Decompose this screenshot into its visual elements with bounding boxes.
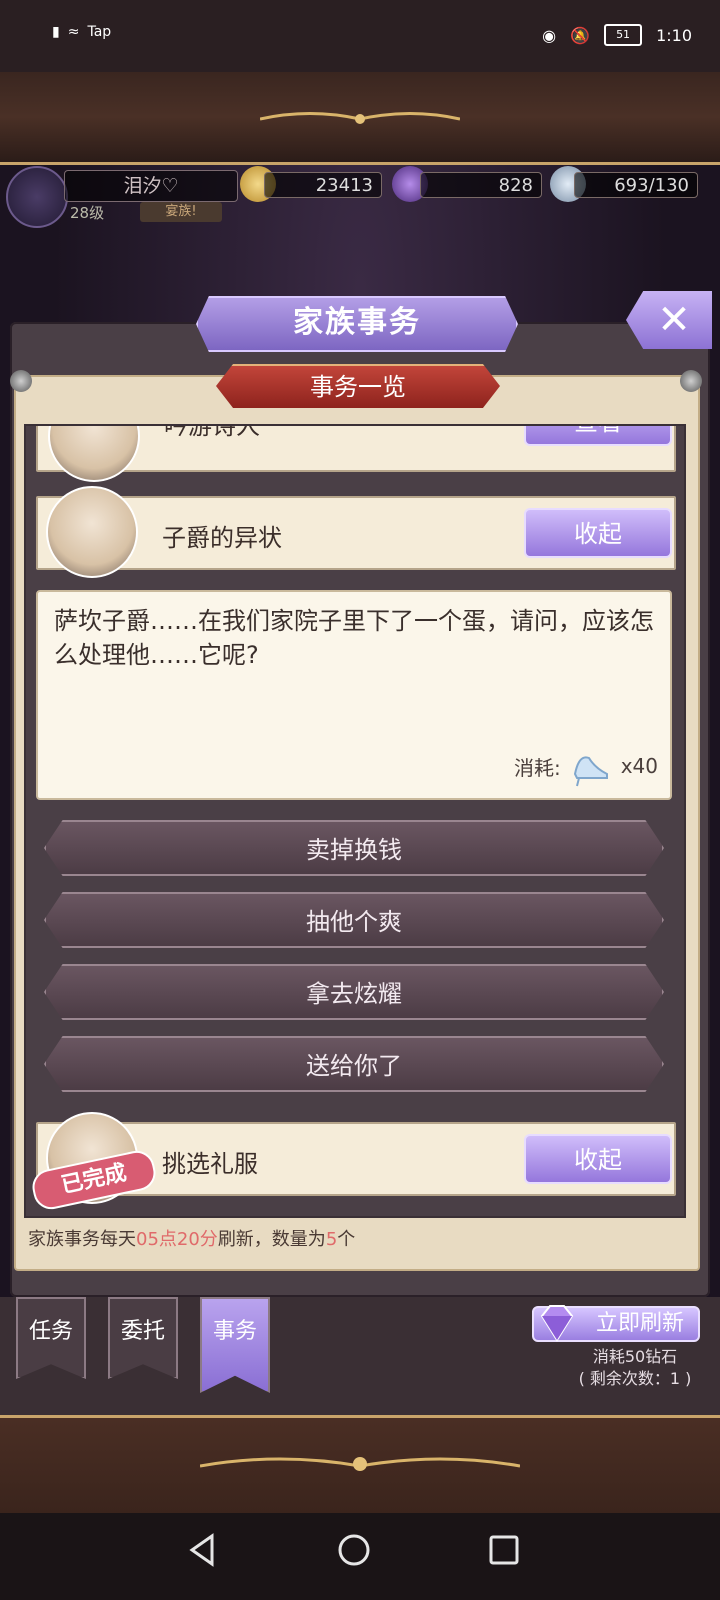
- affairs-ribbon: 事务一览: [216, 364, 500, 408]
- eye-icon: ◉: [542, 25, 557, 45]
- cost-info: 消耗: x40: [514, 744, 658, 788]
- affair-title: 挑选礼服: [162, 1150, 258, 1178]
- diamond-icon: [540, 1305, 574, 1342]
- npc-avatar: [48, 426, 140, 482]
- status-right: ◉ 🔕 51 1:10: [542, 24, 692, 46]
- alert-icon: ▮: [52, 24, 60, 40]
- refresh-remaining: ( 剩余次数：1 ): [578, 1369, 692, 1388]
- flourish-icon: [260, 112, 460, 124]
- stamina-amount: 693/130: [574, 172, 698, 198]
- diamond-amount: 828: [420, 172, 542, 198]
- pin-icon: [680, 370, 702, 392]
- choice-button[interactable]: 抽他个爽: [44, 892, 664, 948]
- affair-title: 子爵的异状: [162, 524, 282, 552]
- back-icon[interactable]: [184, 1530, 224, 1570]
- affair-count: 5: [325, 1229, 338, 1250]
- view-button[interactable]: 查看: [524, 426, 672, 446]
- mute-icon: 🔕: [570, 25, 591, 45]
- refresh-cost: 消耗50钻石: [592, 1347, 678, 1366]
- flourish-icon: [200, 1457, 520, 1471]
- affairs-list[interactable]: 吟游诗人 查看 子爵的异状 收起 萨坎子爵……在我们家院子里下了一个蛋，请问，应…: [24, 424, 686, 1218]
- refresh-time: 05点20分: [136, 1229, 218, 1250]
- glass-slipper-icon: [573, 756, 608, 787]
- affair-title: 吟游诗人: [164, 424, 260, 440]
- refresh-info-prefix: 家族事务每天: [28, 1229, 136, 1250]
- choice-button[interactable]: 送给你了: [44, 1036, 664, 1092]
- collapse-button[interactable]: 收起: [524, 1134, 672, 1184]
- affair-description: 萨坎子爵……在我们家院子里下了一个蛋，请问，应该怎么处理他……它呢?: [54, 607, 654, 669]
- refresh-info: 家族事务每天05点20分刷新，数量为5个: [28, 1225, 355, 1251]
- player-name: 泪汐♡: [64, 170, 238, 202]
- refresh-cost-note: 消耗50钻石 ( 剩余次数：1 ): [560, 1346, 710, 1390]
- close-button[interactable]: ✕: [626, 291, 712, 349]
- home-icon[interactable]: [334, 1530, 374, 1570]
- list-item: 吟游诗人 查看: [36, 424, 676, 482]
- npc-avatar: [46, 486, 138, 578]
- collapse-button[interactable]: 收起: [524, 508, 672, 558]
- panel-title: 家族事务: [196, 296, 518, 352]
- gold-amount: 23413: [264, 172, 382, 198]
- list-item: 子爵的异状 收起: [36, 486, 676, 578]
- guild-badge: 宴族!: [140, 202, 222, 222]
- status-bar: ▮ ≈ Tap ◉ 🔕 51 1:10: [0, 0, 720, 72]
- status-left: ▮ ≈ Tap: [52, 24, 111, 40]
- player-avatar[interactable]: [6, 166, 68, 228]
- clock: 1:10: [656, 25, 692, 45]
- carrier-label: Tap: [87, 24, 112, 40]
- choice-button[interactable]: 卖掉换钱: [44, 820, 664, 876]
- refresh-info-suffix: 个: [337, 1229, 356, 1250]
- cost-amount: x40: [620, 754, 658, 778]
- recents-icon[interactable]: [484, 1530, 524, 1570]
- battery-icon: 51: [604, 24, 643, 46]
- refresh-info-middle: 刷新，数量为: [217, 1229, 326, 1250]
- player-level: 28级: [70, 204, 105, 222]
- choice-button[interactable]: 拿去炫耀: [44, 964, 664, 1020]
- affair-detail: 萨坎子爵……在我们家院子里下了一个蛋，请问，应该怎么处理他……它呢? 消耗: x…: [36, 590, 672, 800]
- wifi-icon: ≈: [67, 24, 80, 40]
- pin-icon: [10, 370, 32, 392]
- cost-label: 消耗:: [513, 755, 561, 780]
